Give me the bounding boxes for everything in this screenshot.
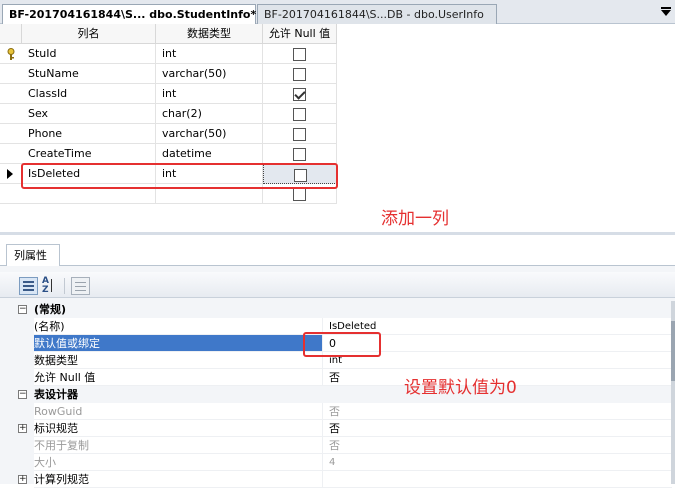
annotation-set-default: 设置默认值为0	[404, 378, 517, 398]
tab-userinfo[interactable]: BF-201704161844\S...DB - dbo.UserInfo	[257, 4, 497, 24]
property-label: 计算列规范	[34, 471, 322, 488]
highlight-new-column	[21, 163, 338, 189]
property-label: 数据类型	[34, 352, 322, 369]
allow-null-checkbox[interactable]	[293, 148, 306, 161]
row-selector[interactable]	[0, 44, 22, 64]
property-label: 大小	[34, 454, 322, 471]
property-value-identity[interactable]: 否	[322, 420, 672, 437]
table-row[interactable]: StuName varchar(50)	[0, 64, 337, 84]
property-row-notforrepl[interactable]: 不用于复制 否	[17, 437, 672, 454]
table-row[interactable]: CreateTime datetime	[0, 144, 337, 164]
property-row-identity[interactable]: + 标识规范 否	[17, 420, 672, 437]
grid-header: 列名 数据类型 允许 Null 值	[0, 24, 337, 44]
current-row-arrow-icon	[7, 169, 13, 179]
allow-null-cell	[263, 124, 337, 144]
column-name-cell[interactable]: ClassId	[22, 84, 156, 104]
column-name-cell[interactable]: Phone	[22, 124, 156, 144]
alphabetical-sort-button[interactable]: AZ	[41, 277, 60, 295]
column-name-cell[interactable]: StuId	[22, 44, 156, 64]
property-pages-button[interactable]	[71, 277, 90, 295]
allow-null-checkbox[interactable]	[293, 68, 306, 81]
document-tab-strip: BF-201704161844\S... dbo.StudentInfo* BF…	[0, 0, 675, 25]
tab-studentinfo[interactable]: BF-201704161844\S... dbo.StudentInfo*	[2, 4, 256, 25]
property-grid: − (常规) (名称) IsDeleted 默认值或绑定 0 数据类型 int …	[17, 301, 672, 488]
row-selector[interactable]	[0, 184, 22, 204]
row-selector[interactable]	[0, 144, 22, 164]
properties-scrollbar[interactable]	[671, 301, 675, 484]
header-column-name: 列名	[22, 24, 156, 44]
property-row-allownull[interactable]: 允许 Null 值 否	[17, 369, 672, 386]
allow-null-checkbox[interactable]	[293, 128, 306, 141]
properties-toolbar: AZ	[0, 272, 675, 298]
allow-null-checkbox[interactable]	[293, 48, 306, 61]
allow-null-checkbox[interactable]	[293, 108, 306, 121]
toolbar-divider	[64, 278, 65, 294]
table-row[interactable]: Phone varchar(50)	[0, 124, 337, 144]
allow-null-checkbox[interactable]	[293, 188, 306, 201]
property-row-computed[interactable]: + 计算列规范	[17, 471, 672, 488]
data-type-cell[interactable]: datetime	[156, 144, 263, 164]
data-type-cell[interactable]: int	[156, 44, 263, 64]
column-name-cell[interactable]: StuName	[22, 64, 156, 84]
header-data-type: 数据类型	[156, 24, 263, 44]
data-type-cell[interactable]: varchar(50)	[156, 64, 263, 84]
pane-splitter[interactable]	[0, 232, 675, 235]
property-label: 不用于复制	[34, 437, 322, 454]
highlight-default-value	[303, 332, 381, 357]
property-label: 默认值或绑定	[34, 335, 322, 352]
property-value-rowguid: 否	[322, 403, 672, 420]
table-row[interactable]: StuId int	[0, 44, 337, 64]
property-row-size[interactable]: 大小 4	[17, 454, 672, 471]
data-type-cell[interactable]: varchar(50)	[156, 124, 263, 144]
expand-icon[interactable]: +	[18, 475, 27, 484]
row-selector[interactable]	[0, 64, 22, 84]
property-label: (名称)	[34, 318, 322, 335]
allow-null-cell	[263, 84, 337, 104]
property-label: RowGuid	[34, 403, 322, 420]
property-value-notforrepl: 否	[322, 437, 672, 454]
column-name-cell[interactable]: CreateTime	[22, 144, 156, 164]
row-selector[interactable]	[0, 104, 22, 124]
property-label: 允许 Null 值	[34, 369, 322, 386]
data-type-cell[interactable]: char(2)	[156, 104, 263, 124]
row-selector[interactable]	[0, 124, 22, 144]
property-label: 标识规范	[34, 420, 322, 437]
allow-null-cell	[263, 44, 337, 64]
row-selector[interactable]	[0, 84, 22, 104]
table-row[interactable]: Sex char(2)	[0, 104, 337, 124]
header-selector	[0, 24, 22, 44]
allow-null-checkbox[interactable]	[293, 88, 306, 101]
table-row[interactable]: ClassId int	[0, 84, 337, 104]
category-label: 表设计器	[34, 388, 78, 401]
property-value-size: 4	[322, 454, 672, 471]
row-selector[interactable]	[0, 164, 22, 184]
property-row-rowguid[interactable]: RowGuid 否	[17, 403, 672, 420]
allow-null-cell	[263, 104, 337, 124]
allow-null-cell	[263, 144, 337, 164]
category-label: (常规)	[34, 303, 67, 316]
tab-column-properties[interactable]: 列属性	[6, 244, 60, 266]
category-table-designer[interactable]: − 表设计器	[17, 386, 672, 403]
header-allow-null: 允许 Null 值	[263, 24, 337, 44]
categorized-view-button[interactable]	[19, 277, 38, 295]
data-type-cell[interactable]: int	[156, 84, 263, 104]
allow-null-cell	[263, 64, 337, 84]
column-name-cell[interactable]: Sex	[22, 104, 156, 124]
expand-icon[interactable]: +	[18, 424, 27, 433]
annotation-add-column: 添加一列	[381, 209, 449, 229]
scrollbar-thumb[interactable]	[671, 321, 675, 381]
property-value-computed[interactable]	[322, 471, 672, 488]
primary-key-icon	[7, 48, 15, 60]
category-general[interactable]: − (常规)	[17, 301, 672, 318]
